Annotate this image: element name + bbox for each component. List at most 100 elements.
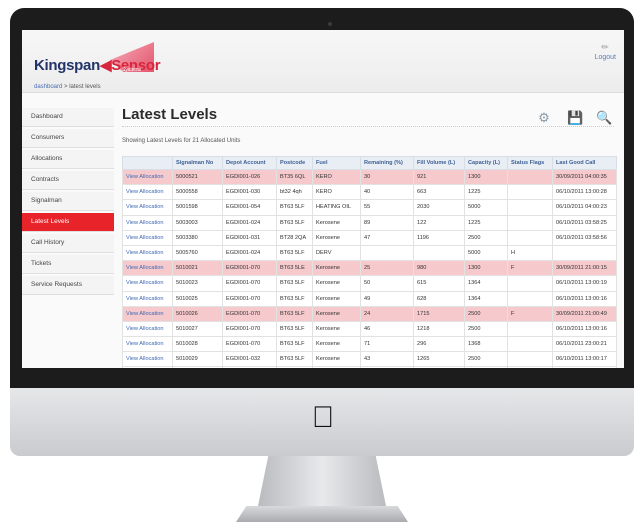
table-cell: 5010025: [172, 290, 223, 307]
table-cell: 5000: [464, 199, 508, 216]
column-header[interactable]: Remaining (%): [360, 156, 414, 170]
table-cell: [507, 290, 553, 307]
gear-icon[interactable]: ⚙: [536, 110, 552, 126]
sidebar-item-call-history[interactable]: Call History: [22, 234, 114, 253]
sidebar-item-latest-levels[interactable]: Latest Levels: [22, 213, 114, 232]
sidebar-item-allocations[interactable]: Allocations: [22, 150, 114, 169]
table-cell: 1360: [464, 366, 508, 368]
table-cell: H: [507, 244, 553, 262]
table-cell: BT63 5LF: [276, 366, 313, 368]
table-cell: BT63 5LF: [276, 320, 313, 338]
search-icon[interactable]: 🔍: [596, 110, 612, 126]
logout-link[interactable]: Logout: [595, 54, 616, 61]
imac-stand-foot: [236, 506, 408, 522]
table-cell: BT63 5LF: [276, 199, 313, 216]
sidebar-item-consumers[interactable]: Consumers: [22, 129, 114, 148]
column-header[interactable]: Fill Volume (L): [413, 156, 465, 170]
view-allocation-link[interactable]: View Allocation: [122, 244, 173, 262]
sidebar: Dashboard Consumers Allocations Contracts Si…: [22, 108, 114, 297]
column-header[interactable]: Depot Account: [222, 156, 277, 170]
view-allocation-link[interactable]: View Allocation: [122, 320, 173, 338]
breadcrumb-home[interactable]: dashboard: [34, 84, 62, 90]
column-header[interactable]: Last Good Call: [552, 156, 617, 170]
sidebar-item-signalman[interactable]: Signalman: [22, 192, 114, 211]
table-cell: 5010023: [172, 275, 223, 292]
view-allocation-link[interactable]: View Allocation: [122, 275, 173, 292]
table-cell: 1196: [413, 229, 465, 246]
table-cell: EGDI001-024: [222, 214, 277, 231]
logout-icon[interactable]: ✏: [600, 42, 610, 52]
table-row: View Allocation 5003003 EGDI001-024 BT63 5L…: [122, 214, 617, 231]
table-cell: [360, 244, 414, 262]
table-cell: 5010029: [172, 351, 223, 368]
table-cell: 1300: [464, 260, 508, 277]
table-cell: BT28 2QA: [276, 229, 313, 246]
sidebar-item-tickets[interactable]: Tickets: [22, 255, 114, 274]
view-allocation-link[interactable]: View Allocation: [122, 260, 173, 277]
table-cell: 5010028: [172, 336, 223, 353]
table-cell: EGDI001-070: [222, 366, 277, 368]
table-cell: 06/10/2011 03:58:56: [552, 229, 617, 246]
table-cell: 06/10/2011 13:00:16: [552, 320, 617, 338]
table-header-row: Signalman No Depot Account Postcode Fuel Rem…: [122, 156, 617, 170]
table-cell: Kerosene: [312, 305, 361, 322]
view-allocation-link[interactable]: View Allocation: [122, 305, 173, 322]
column-header[interactable]: Status Flags: [507, 156, 553, 170]
table-cell: Kerosene: [312, 290, 361, 307]
view-allocation-link[interactable]: View Allocation: [122, 366, 173, 368]
logo-arrow: ◀: [99, 57, 112, 74]
table-row: View Allocation 5000558 EGDI001-030 bt32 4q…: [122, 184, 617, 201]
view-allocation-link[interactable]: View Allocation: [122, 199, 173, 216]
table-cell: EGDI001-032: [222, 351, 277, 368]
latest-levels-table: Signalman No Depot Account Postcode Fuel Rem…: [122, 156, 617, 368]
sidebar-item-service-requests[interactable]: Service Requests: [22, 276, 114, 295]
table-cell: BT63 5LF: [276, 290, 313, 307]
table-cell: BT63 5LF: [276, 305, 313, 322]
sidebar-item-dashboard[interactable]: Dashboard: [22, 108, 114, 127]
showing-count-text: Showing Latest Levels for 21 Allocated U…: [122, 138, 241, 144]
table-cell: 1225: [464, 214, 508, 231]
table-cell: 47: [360, 229, 414, 246]
view-allocation-link[interactable]: View Allocation: [122, 184, 173, 201]
table-cell: 296: [413, 336, 465, 353]
table-row: View Allocation 5010029 EGDI001-032 BT63 5L…: [122, 351, 617, 368]
breadcrumb-current: latest levels: [69, 84, 101, 90]
table-cell: 2500: [464, 229, 508, 246]
table-cell: 30: [360, 168, 414, 186]
table-cell: BT63 5LF: [276, 275, 313, 292]
table-cell: [507, 320, 553, 338]
table-cell: BT63 5LF: [276, 336, 313, 353]
column-header[interactable]: Fuel: [312, 156, 361, 170]
table-cell: 1218: [413, 320, 465, 338]
column-header[interactable]: Capacity (L): [464, 156, 508, 170]
table-cell: 06/10/2011 13:00:19: [552, 275, 617, 292]
table-cell: 1225: [464, 184, 508, 201]
table-cell: 06/10/2011 13:00:16: [552, 290, 617, 307]
table-row: View Allocation 5010023 EGDI001-070 BT63 5L…: [122, 275, 617, 292]
table-row: View Allocation 5001598 EGDI001-054 BT63 5L…: [122, 199, 617, 216]
column-header[interactable]: Signalman No: [172, 156, 223, 170]
table-cell: [507, 336, 553, 353]
table-row: View Allocation 5010021 EGDI001-070 BT63 5L…: [122, 260, 617, 277]
sidebar-item-contracts[interactable]: Contracts: [22, 171, 114, 190]
view-allocation-link[interactable]: View Allocation: [122, 229, 173, 246]
view-allocation-link[interactable]: View Allocation: [122, 336, 173, 353]
table-cell: 5010027: [172, 320, 223, 338]
table-cell: 2500: [464, 305, 508, 322]
kingspan-sensor-logo[interactable]: Kingspan◀Sensor: [34, 56, 161, 74]
apple-logo-icon: : [310, 402, 336, 434]
table-cell: Kerosene: [312, 260, 361, 277]
view-allocation-link[interactable]: View Allocation: [122, 214, 173, 231]
table-row: View Allocation5010030EGDI001-070BT63 5L…: [122, 366, 617, 368]
table-cell: 1364: [464, 290, 508, 307]
table-cell: 1368: [464, 336, 508, 353]
view-allocation-link[interactable]: View Allocation: [122, 290, 173, 307]
table-cell: 06/10/2011 04:00:23: [552, 199, 617, 216]
page-title: Latest Levels: [122, 106, 218, 123]
view-allocation-link[interactable]: View Allocation: [122, 351, 173, 368]
column-header[interactable]: Postcode: [276, 156, 313, 170]
view-allocation-link[interactable]: View Allocation: [122, 168, 173, 186]
save-icon[interactable]: 💾: [567, 110, 583, 126]
camera: [328, 22, 332, 26]
table-cell: BT35 6QL: [276, 168, 313, 186]
